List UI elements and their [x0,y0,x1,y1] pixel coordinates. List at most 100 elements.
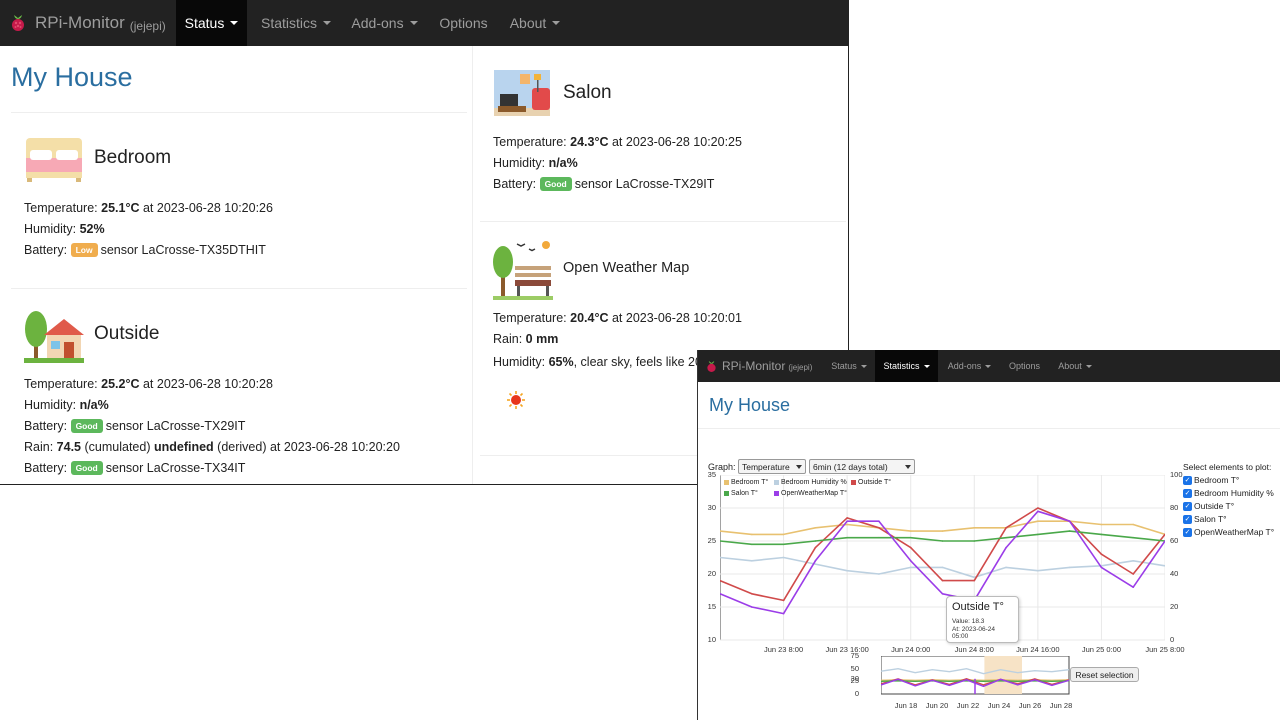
nav-addons-label: Add-ons [947,361,982,371]
checkbox-checked-icon[interactable]: ✓ [1183,501,1192,511]
legend-item[interactable]: OpenWeatherMap T° [774,490,847,497]
data-point [1100,553,1103,555]
brand[interactable]: RPi-Monitor (jejepi) [10,0,166,46]
y2-tick-label: 60 [1170,536,1179,545]
navigator-chart[interactable] [881,656,1071,700]
nav-about-label: About [1058,361,1082,371]
element-checkbox[interactable]: ✓ Outside T° [1183,501,1234,511]
y-tick-label: 35 [707,470,716,479]
nav-addons[interactable]: Add-ons [343,0,426,46]
nav-about[interactable]: About [501,0,569,46]
y-tick-label: 30 [850,673,859,683]
salon-temperature: Temperature: 24.3°C at 2023-06-28 10:20:… [493,135,742,149]
x-tick-label: Jun 25 8:00 [1145,645,1185,654]
divider [11,288,467,289]
caret-down-icon [323,21,331,25]
graph-select[interactable]: Temperature [738,459,806,474]
outside-rain: Rain: 74.5 (cumulated) undefined (derive… [24,440,400,454]
statistics-window: RPi-Monitor (jejepi) Status Statistics A… [697,350,1280,720]
salon-battery: Battery: Good sensor LaCrosse-TX29IT [493,176,715,191]
house-icon [24,311,84,363]
y-tick-label: 15 [707,602,716,611]
nav-statistics-label: Statistics [260,15,317,31]
range-select[interactable]: 6min (12 days total) [809,459,915,474]
data-point [846,520,848,522]
nav-statistics-label: Statistics [883,361,920,371]
living-room-icon [494,70,550,116]
data-point [878,536,880,539]
brand[interactable]: RPi-Monitor (jejepi) [706,350,812,382]
owm-temperature: Temperature: 20.4°C at 2023-06-28 10:20:… [493,311,742,325]
data-point [1132,536,1135,539]
legend-item[interactable]: Outside T° [851,479,891,486]
nav-addons[interactable]: Add-ons [940,350,999,382]
legend-item[interactable]: Bedroom T° [724,479,768,486]
data-point [1005,566,1007,569]
data-point [878,527,880,529]
nav-about-label: About [509,15,547,31]
data-point [973,576,976,579]
raspberry-icon [707,360,716,372]
nav-statistics[interactable]: Statistics [875,350,938,382]
nav-options[interactable]: Options [429,0,498,46]
y-tick-label: 30 [707,503,716,512]
checkbox-checked-icon[interactable]: ✓ [1183,514,1192,524]
data-point [878,573,880,575]
nav-options-label: Options [439,15,488,31]
reset-selection-button[interactable]: Reset selection [1070,667,1139,682]
nav-status[interactable]: Status [176,0,247,46]
data-point [1132,573,1135,575]
element-checkbox[interactable]: ✓ Salon T° [1183,514,1227,524]
checkbox-checked-icon[interactable]: ✓ [1183,488,1192,498]
data-point [941,579,944,582]
caret-down-icon [552,21,561,25]
temperature-chart[interactable] [720,475,1165,641]
owm-humidity: Humidity: 65%, clear sky, feels like 20 [493,355,702,369]
data-point [782,556,785,559]
data-point [1005,527,1007,529]
legend-swatch [724,480,729,485]
data-point [750,593,753,595]
select-elements-title: Select elements to plot: [1183,462,1272,472]
data-point [1132,560,1135,562]
element-checkbox[interactable]: ✓ Bedroom T° [1183,475,1239,485]
data-point [1037,533,1039,536]
nav-status-label: Status [831,361,857,371]
data-point [1037,510,1039,513]
nav-status[interactable]: Status [825,350,873,382]
column-divider [472,46,473,484]
caret-down-icon [923,364,930,368]
bedroom-humidity: Humidity: 52% [24,222,105,236]
checkbox-checked-icon[interactable]: ✓ [1183,527,1192,537]
data-point [750,560,753,562]
data-point [1100,523,1103,526]
data-point [909,536,912,539]
data-point [1068,566,1071,569]
nav-about[interactable]: About [1050,350,1100,382]
data-point [941,593,944,595]
y2-tick-label: 40 [1170,569,1179,578]
bedroom-temperature: Temperature: 25.1°C at 2023-06-28 10:20:… [24,201,273,215]
legend-swatch [724,491,729,496]
outside-humidity: Humidity: n/a% [24,398,109,412]
outside-battery-2: Battery: Good sensor LaCrosse-TX34IT [24,460,246,475]
legend-item[interactable]: Salon T° [724,490,758,497]
caret-down-icon [860,364,867,368]
data-point [750,606,753,608]
data-point [846,517,848,519]
cursor-band [941,475,945,640]
data-point [1132,586,1135,588]
element-checkbox[interactable]: ✓ Bedroom Humidity % [1183,488,1274,498]
data-point [1100,566,1103,569]
legend-item[interactable]: Bedroom Humidity % [774,479,847,486]
y-tick-label: 20 [707,569,716,578]
element-checkbox[interactable]: ✓ OpenWeatherMap T° [1183,527,1274,537]
nav-statistics[interactable]: Statistics [250,0,342,46]
data-point [1100,533,1103,536]
bedroom-battery: Battery: Low sensor LaCrosse-TX35DTHIT [24,242,266,257]
owm-title: Open Weather Map [563,260,690,276]
nav-options[interactable]: Options [1001,350,1048,382]
legend-swatch [774,491,779,496]
data-point [750,533,753,536]
checkbox-checked-icon[interactable]: ✓ [1183,475,1192,485]
